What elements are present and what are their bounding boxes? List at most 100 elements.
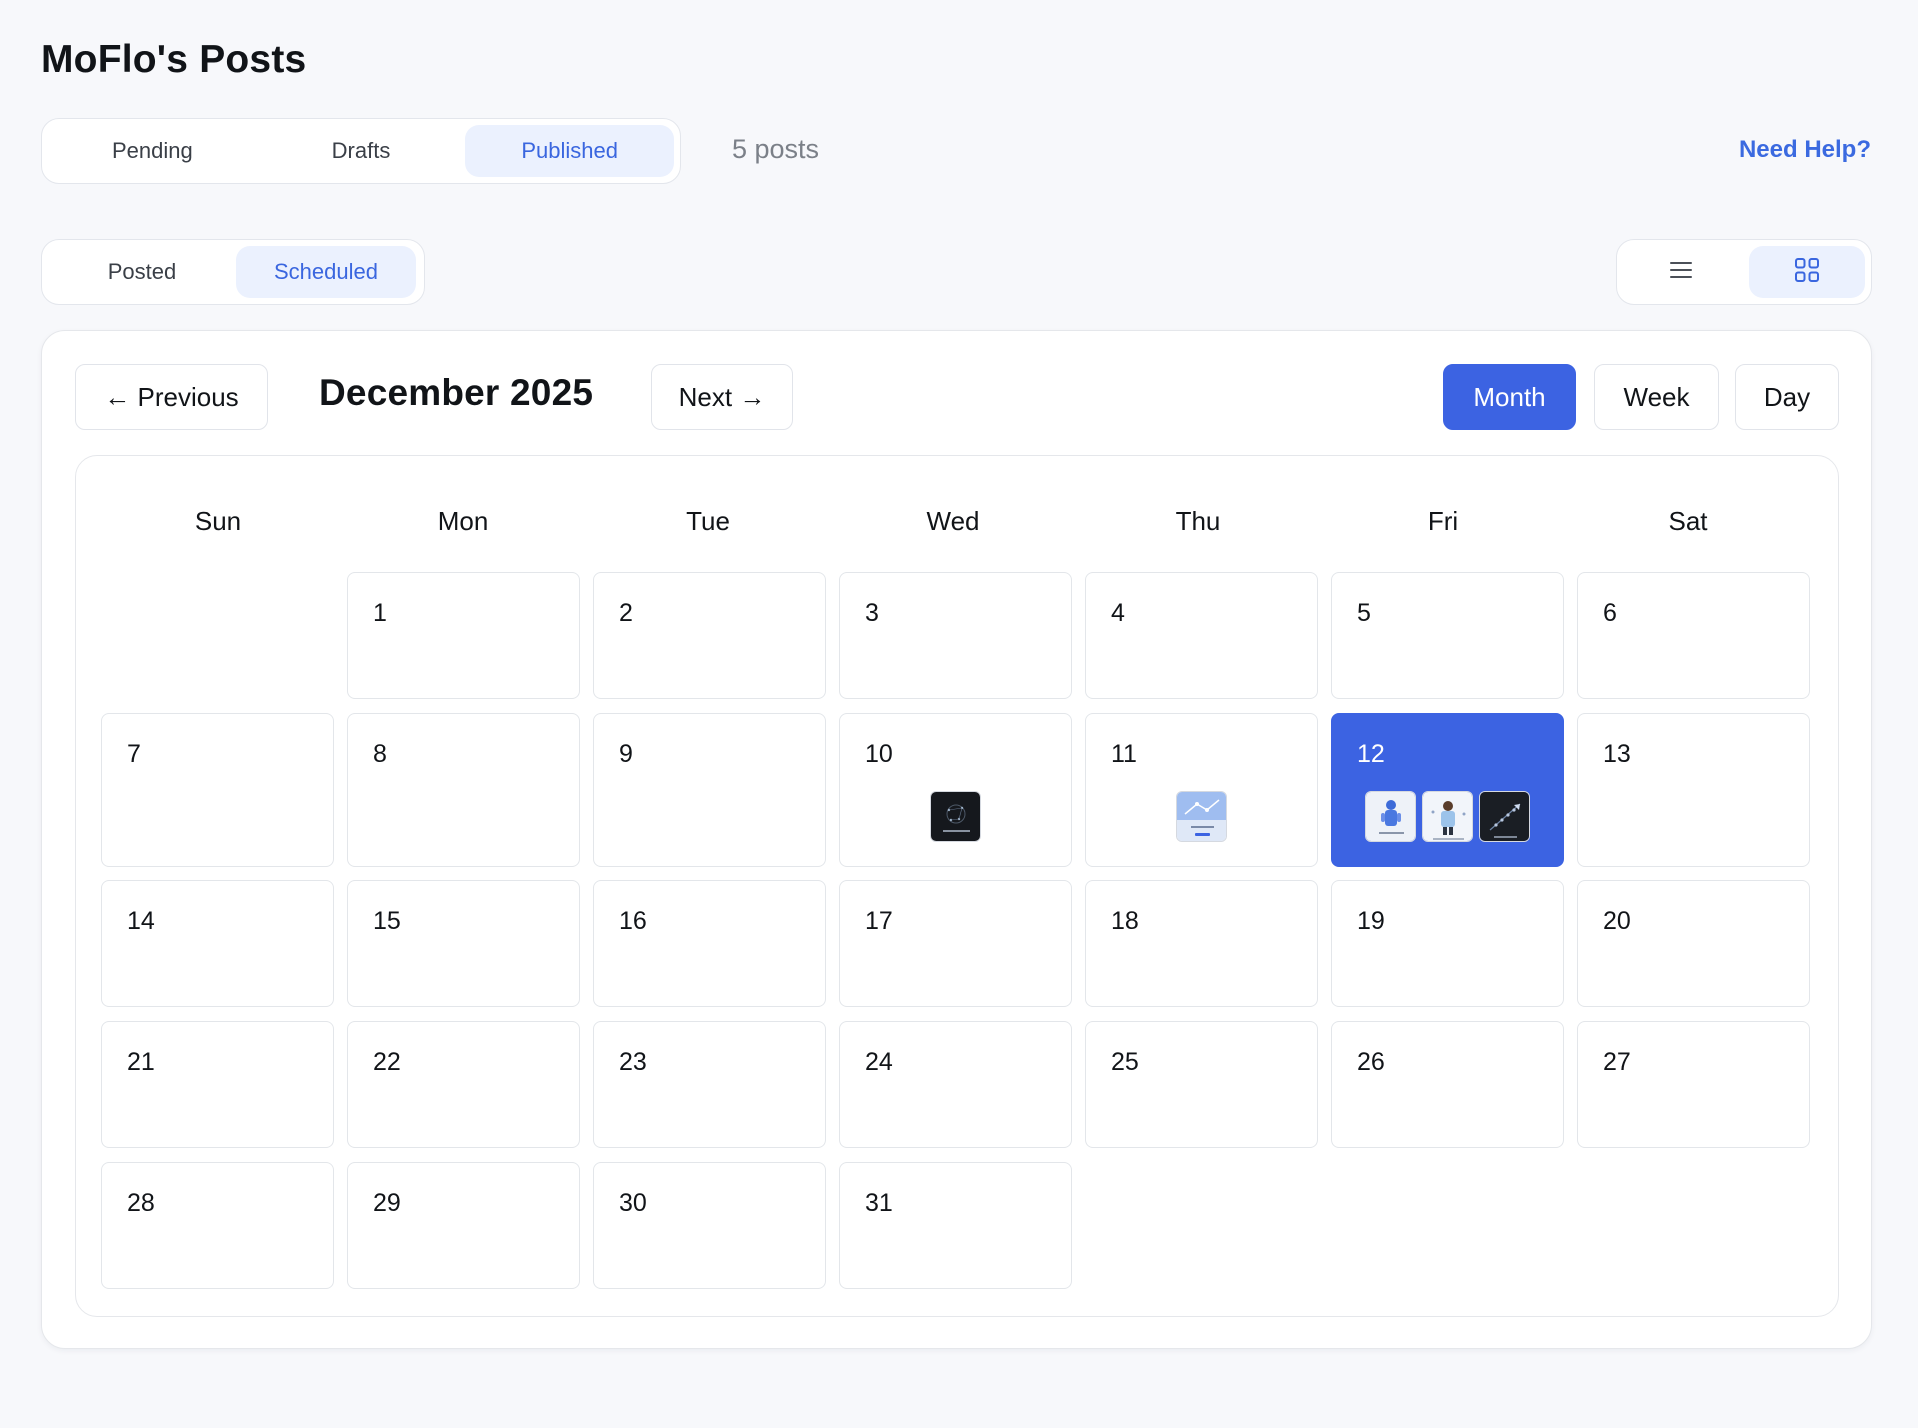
day-number: 2 [619,599,633,627]
tab-published[interactable]: Published [465,125,675,177]
day-number: 16 [619,907,647,935]
day-number: 12 [1357,740,1385,768]
day-cell[interactable]: 29 [347,1162,580,1289]
day-number: 21 [127,1048,155,1076]
day-number: 8 [373,740,387,768]
tab-scheduled[interactable]: Scheduled [236,246,416,298]
post-thumbnails [840,791,1071,842]
tab-posted[interactable]: Posted [48,246,236,298]
day-cell[interactable]: 16 [593,880,826,1007]
day-number: 27 [1603,1048,1631,1076]
day-number: 15 [373,907,401,935]
list-icon [1669,258,1693,287]
day-number: 25 [1111,1048,1139,1076]
day-number: 20 [1603,907,1631,935]
day-view-button[interactable]: Day [1735,364,1839,430]
day-cell[interactable]: 14 [101,880,334,1007]
post-thumbnail[interactable] [930,791,981,842]
day-cell[interactable]: 25 [1085,1021,1318,1148]
next-button[interactable]: Next → [651,364,793,430]
sub-tabs: Posted Scheduled [41,239,425,305]
day-cell[interactable]: 13 [1577,713,1810,867]
view-toggle [1616,239,1872,305]
day-cell[interactable]: 9 [593,713,826,867]
day-cell[interactable]: 6 [1577,572,1810,699]
day-number: 3 [865,599,879,627]
weekday-header: Fri [1427,506,1459,536]
day-cell[interactable]: 11 [1085,713,1318,867]
day-cell[interactable]: 8 [347,713,580,867]
day-number: 24 [865,1048,893,1076]
tab-pending[interactable]: Pending [48,125,257,177]
grid-icon [1794,257,1820,288]
status-tabs: Pending Drafts Published [41,118,681,184]
month-grid: Sun Mon Tue Wed Thu Fri Sat 1 2 3 4 5 6 … [75,455,1839,1317]
grid-view-button[interactable] [1749,246,1865,298]
day-number: 17 [865,907,893,935]
day-cell[interactable]: 28 [101,1162,334,1289]
day-cell[interactable]: 27 [1577,1021,1810,1148]
day-number: 1 [373,599,387,627]
day-cell[interactable]: 18 [1085,880,1318,1007]
day-number: 4 [1111,599,1125,627]
previous-button[interactable]: ← Previous [75,364,268,430]
post-thumbnails [1332,791,1563,842]
day-number: 29 [373,1189,401,1217]
day-cell[interactable]: 26 [1331,1021,1564,1148]
day-number: 13 [1603,740,1631,768]
day-cell[interactable]: 19 [1331,880,1564,1007]
day-number: 23 [619,1048,647,1076]
day-cell[interactable]: 1 [347,572,580,699]
day-cell[interactable]: 7 [101,713,334,867]
day-number: 11 [1111,740,1137,768]
day-number: 31 [865,1189,893,1217]
day-cell[interactable]: 5 [1331,572,1564,699]
day-cell[interactable]: 24 [839,1021,1072,1148]
list-view-button[interactable] [1623,246,1739,298]
day-number: 22 [373,1048,401,1076]
week-view-button[interactable]: Week [1594,364,1719,430]
day-number: 10 [865,740,893,768]
day-cell[interactable]: 23 [593,1021,826,1148]
day-number: 26 [1357,1048,1385,1076]
day-number: 7 [127,740,141,768]
post-thumbnail[interactable] [1176,791,1227,842]
month-title: December 2025 [319,372,594,413]
day-cell[interactable]: 21 [101,1021,334,1148]
post-thumbnails [1086,791,1317,842]
day-number: 5 [1357,599,1371,627]
help-link[interactable]: Need Help? [1739,136,1871,164]
weekday-header: Wed [926,506,980,536]
month-view-button[interactable]: Month [1443,364,1576,430]
post-thumbnail[interactable] [1365,791,1416,842]
day-cell[interactable]: 4 [1085,572,1318,699]
day-cell-selected[interactable]: 12 [1331,713,1564,867]
calendar-card: ← Previous December 2025 Next → Month We… [41,330,1872,1349]
day-cell[interactable]: 22 [347,1021,580,1148]
page-title: MoFlo's Posts [41,38,307,81]
weekday-header: Thu [1175,506,1221,536]
weekday-header: Sun [194,506,242,536]
day-number: 14 [127,907,155,935]
post-count: 5 posts [732,134,820,164]
day-number: 28 [127,1189,155,1217]
day-number: 30 [619,1189,647,1217]
day-cell[interactable]: 20 [1577,880,1810,1007]
weekday-header: Tue [686,506,730,536]
day-number: 9 [619,740,633,768]
day-cell[interactable]: 3 [839,572,1072,699]
day-cell[interactable]: 2 [593,572,826,699]
day-cell[interactable]: 31 [839,1162,1072,1289]
day-cell[interactable]: 30 [593,1162,826,1289]
day-cell[interactable]: 15 [347,880,580,1007]
day-number: 19 [1357,907,1385,935]
day-number: 6 [1603,599,1617,627]
weekday-header: Sat [1668,506,1708,536]
weekday-header: Mon [437,506,489,536]
post-thumbnail[interactable] [1422,791,1473,842]
day-cell[interactable]: 10 [839,713,1072,867]
tab-drafts[interactable]: Drafts [257,125,466,177]
day-number: 18 [1111,907,1139,935]
day-cell[interactable]: 17 [839,880,1072,1007]
post-thumbnail[interactable] [1479,791,1530,842]
